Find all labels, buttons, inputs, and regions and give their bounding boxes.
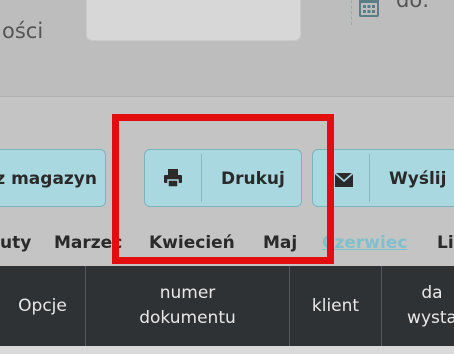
date-input[interactable] (86, 0, 379, 41)
tab-month-june[interactable]: Czerwiec (322, 233, 407, 253)
send-button-divider (369, 154, 370, 202)
calendar-icon[interactable] (357, 0, 381, 23)
column-header-issue-date[interactable]: da wysta (382, 266, 454, 346)
send-button[interactable]: Wyślij (312, 149, 454, 207)
warehouse-button[interactable]: rz magazyn (0, 149, 106, 207)
tab-month-april[interactable]: Kwiecień (149, 233, 235, 253)
print-button[interactable]: Drukuj (144, 149, 302, 207)
print-button-divider (201, 154, 202, 202)
filter-panel: ości do: (0, 0, 454, 97)
table-header: Opcje numer dokumentu klient da wysta (0, 266, 454, 346)
envelope-icon (334, 172, 354, 192)
tab-month-may[interactable]: Maj (263, 233, 297, 253)
date-input-divider (351, 0, 352, 25)
filter-label-fragment: ości (2, 19, 44, 43)
printer-icon (163, 168, 183, 193)
column-header-client[interactable]: klient (290, 266, 382, 346)
warehouse-button-label: rz magazyn (0, 169, 97, 189)
table-row (0, 346, 454, 354)
date-to-label: do: (396, 0, 430, 12)
column-header-document-number[interactable]: numer dokumentu (86, 266, 290, 346)
column-header-options[interactable]: Opcje (0, 266, 86, 346)
send-button-label: Wyślij (389, 169, 447, 189)
print-button-label: Drukuj (221, 169, 285, 189)
tab-month-partial[interactable]: uty (0, 233, 31, 253)
month-tabs: uty Marzec Kwiecień Maj Czerwiec Li (0, 233, 454, 257)
tab-month-march[interactable]: Marzec (54, 233, 122, 253)
tab-month-partial-right[interactable]: Li (437, 233, 454, 253)
